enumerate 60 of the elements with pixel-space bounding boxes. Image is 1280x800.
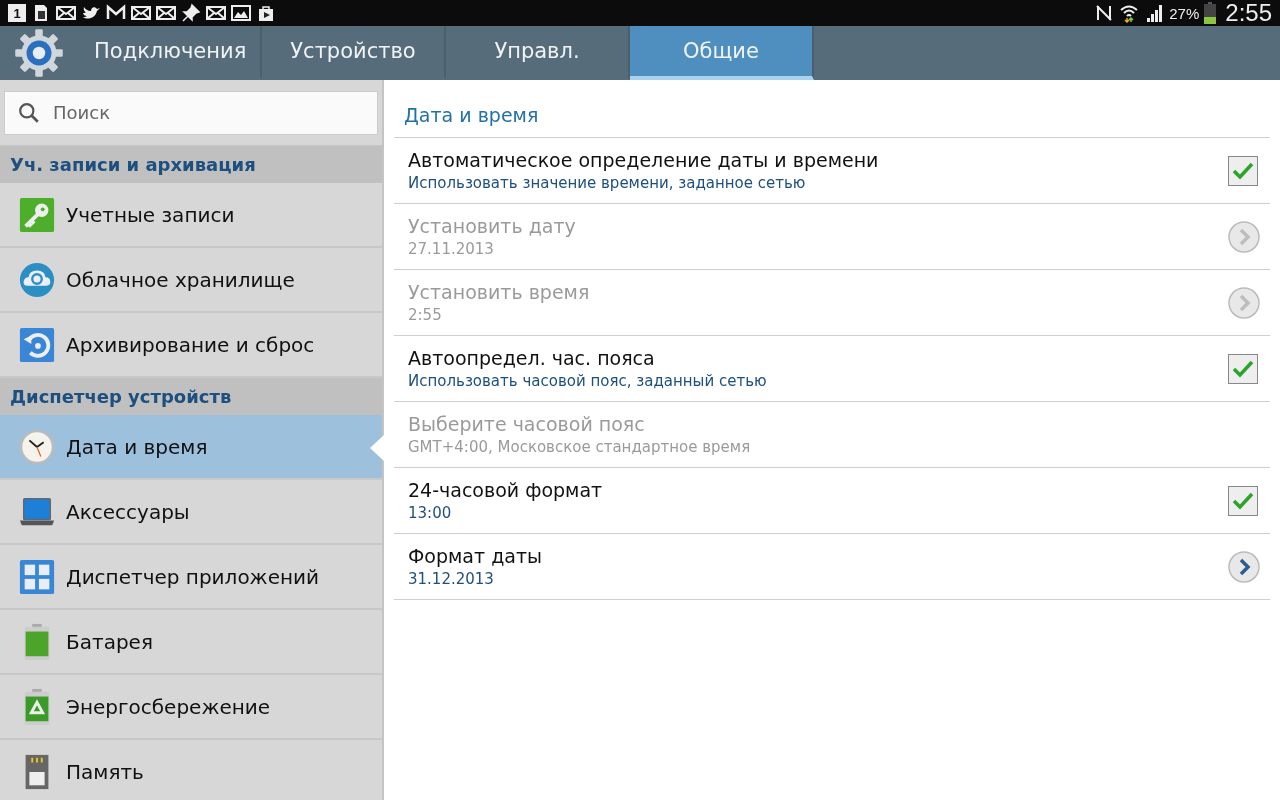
item-label: Диспетчер приложений (66, 564, 319, 589)
restore-icon (18, 325, 56, 364)
checkbox[interactable] (1228, 485, 1258, 516)
clock-icon (18, 427, 56, 466)
setting-summary: 2:55 (408, 306, 443, 324)
setting-title: Установить время (408, 281, 591, 303)
section-header: Диспетчер устройств (0, 378, 382, 415)
setting-row[interactable]: 24-часовой формат 13:00 (394, 468, 1270, 534)
sidebar-item[interactable]: Диспетчер приложений (0, 545, 382, 610)
image-icon (231, 3, 251, 23)
section-title: Дата и время (394, 80, 1270, 138)
sidebar-item[interactable]: Аксессуары (0, 480, 382, 545)
pin-icon (181, 3, 201, 23)
setting-row[interactable]: Автоопредел. час. пояса Использовать часовой пояс, заданный сетью (394, 336, 1270, 402)
setting-summary: Использовать часовой пояс, заданный сетью (408, 372, 768, 390)
selection-pointer (370, 435, 384, 461)
signal-icon (1144, 3, 1165, 23)
setting-title: Выберите часовой пояс (408, 413, 646, 435)
setting-title: Установить дату (408, 215, 577, 237)
calendar-icon: 1 (8, 4, 26, 22)
sidebar-item[interactable]: Память (0, 740, 382, 800)
item-label: Энергосбережение (66, 694, 271, 719)
key-icon (18, 195, 56, 234)
sidebar-item[interactable]: Облачное хранилище (0, 248, 382, 313)
item-label: Батарея (66, 629, 153, 654)
sidebar-item[interactable]: Дата и время (0, 415, 382, 480)
item-label: Облачное хранилище (66, 267, 295, 292)
search-icon (18, 101, 40, 124)
item-label: Память (66, 759, 144, 784)
item-label: Учетные записи (66, 202, 235, 227)
setting-row[interactable]: Автоматическое определение даты и времени Использовать значение времени, заданное сетью (394, 138, 1270, 204)
setting-row[interactable]: Формат даты 31.12.2013 (394, 534, 1270, 600)
chevron-right-icon[interactable] (1228, 550, 1260, 583)
sidebar-item[interactable]: Учетные записи (0, 183, 382, 248)
section-header: Уч. записи и архивация (0, 146, 382, 183)
cloud-icon (18, 260, 56, 299)
wifi-icon (1119, 3, 1140, 23)
grid-icon (18, 557, 56, 596)
checkbox[interactable] (1228, 155, 1258, 186)
status-time: 2:55 (1225, 0, 1272, 27)
setting-summary: 13:00 (408, 504, 453, 522)
setting-summary: 27.11.2013 (408, 240, 495, 258)
sidebar-item[interactable]: Энергосбережение (0, 675, 382, 740)
setting-title: Автоматическое определение даты и времени (408, 149, 880, 171)
setting-title: 24-часовой формат (408, 479, 604, 501)
item-label: Архивирование и сброс (66, 332, 315, 357)
battery-percent: 27% (1169, 4, 1200, 22)
setting-summary: 31.12.2013 (408, 570, 495, 588)
settings-icon[interactable] (14, 28, 64, 78)
item-label: Аксессуары (66, 499, 190, 524)
battery-icon (1204, 2, 1217, 24)
setting-summary: Использовать значение времени, заданное сетью (408, 174, 807, 192)
setting-title: Формат даты (408, 545, 543, 567)
setting-title: Автоопредел. час. пояса (408, 347, 656, 369)
item-label: Дата и время (66, 434, 208, 459)
checkbox[interactable] (1228, 353, 1258, 384)
search-field[interactable]: Поиск (4, 90, 378, 135)
setting-summary: GMT+4:00, Московское стандартное время (408, 438, 752, 456)
bag-icon (256, 3, 276, 23)
sidebar-item[interactable]: Батарея (0, 610, 382, 675)
